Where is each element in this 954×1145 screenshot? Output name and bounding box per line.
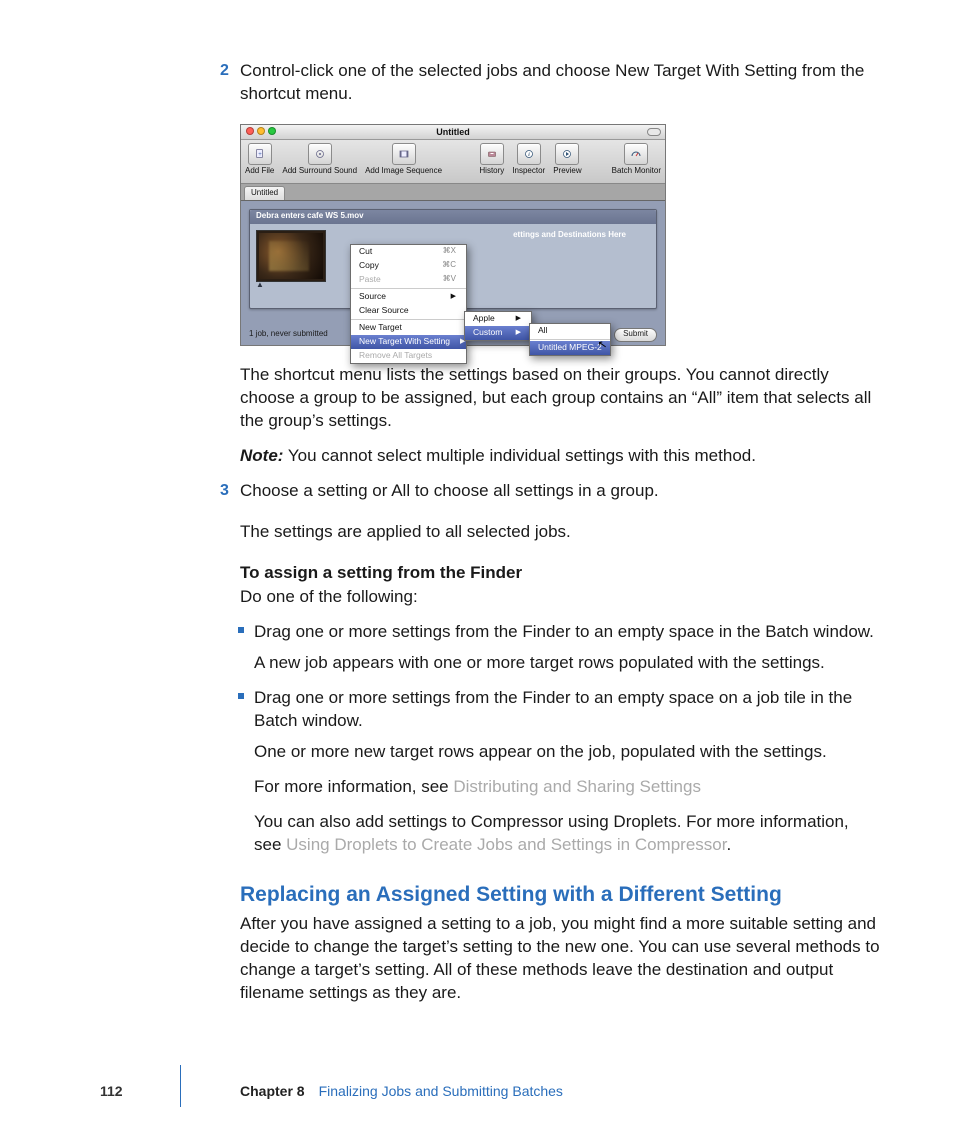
link-distributing-sharing[interactable]: Distributing and Sharing Settings: [453, 777, 701, 796]
inspector-button[interactable]: i Inspector: [512, 143, 545, 175]
note-text: You cannot select multiple individual se…: [283, 446, 756, 465]
surround-icon: [308, 143, 332, 165]
add-surround-sound-button[interactable]: Add Surround Sound: [282, 143, 357, 175]
step-3-text: Choose a setting or All to choose all se…: [240, 480, 880, 503]
bullet-1-follow: A new job appears with one or more targe…: [240, 652, 880, 675]
bullet-icon: [238, 627, 244, 633]
batch-tab[interactable]: Untitled: [244, 186, 285, 200]
menu-new-target[interactable]: New Target: [351, 321, 466, 335]
document-plus-icon: +: [248, 143, 272, 165]
menu-new-target-with-setting[interactable]: New Target With Setting▶: [351, 335, 466, 349]
menu-remove-all-targets: Remove All Targets: [351, 349, 466, 363]
submenu-apple[interactable]: Apple▶: [465, 312, 531, 326]
bullet-2-text: Drag one or more settings from the Finde…: [254, 687, 880, 733]
job-clip-name: Debra enters cafe WS 5.mov: [250, 210, 656, 224]
bullet-icon: [238, 693, 244, 699]
context-menu[interactable]: Cut⌘X Copy⌘C Paste⌘V Source▶: [350, 244, 467, 364]
app-window: Untitled + Add File: [240, 124, 666, 346]
step-2-text: Control-click one of the selected jobs a…: [240, 60, 880, 106]
shortcut-menu-explainer: The shortcut menu lists the settings bas…: [240, 364, 880, 433]
chevron-right-icon: ▶: [516, 328, 521, 337]
gauge-icon: [624, 143, 648, 165]
link-using-droplets[interactable]: Using Droplets to Create Jobs and Settin…: [286, 835, 726, 854]
chapter-label: Chapter 8: [240, 1082, 305, 1101]
finder-heading: To assign a setting from the Finder: [240, 563, 522, 582]
bullet-2: Drag one or more settings from the Finde…: [240, 687, 880, 733]
minimize-icon[interactable]: [257, 127, 265, 135]
drawer-icon: [480, 143, 504, 165]
for-more-2: You can also add settings to Compressor …: [240, 811, 880, 857]
submit-button[interactable]: Submit: [614, 328, 657, 342]
job-tile[interactable]: Debra enters cafe WS 5.mov ▲ ettings and…: [249, 209, 657, 309]
tab-strip: Untitled: [241, 184, 665, 201]
step-number: 2: [220, 60, 229, 82]
menu-separator: [351, 319, 466, 320]
close-icon[interactable]: [246, 127, 254, 135]
step-3: 3 Choose a setting or All to choose all …: [240, 480, 880, 503]
menu-paste: Paste⌘V: [351, 273, 466, 287]
svg-text:+: +: [258, 152, 262, 158]
menu-copy[interactable]: Copy⌘C: [351, 259, 466, 273]
filmstrip-icon: [392, 143, 416, 165]
section-heading-replacing: Replacing an Assigned Setting with a Dif…: [240, 881, 880, 909]
play-icon: [555, 143, 579, 165]
zoom-icon[interactable]: [268, 127, 276, 135]
for-more-1: For more information, see Distributing a…: [240, 776, 880, 799]
step-3-follow: The settings are applied to all selected…: [240, 521, 880, 544]
history-button[interactable]: History: [479, 143, 504, 175]
clip-thumbnail: [256, 230, 326, 282]
section-body: After you have assigned a setting to a j…: [240, 913, 880, 1005]
submenu-custom[interactable]: Custom▶: [465, 326, 531, 340]
play-triangle-icon: ▲: [256, 280, 264, 291]
preview-button[interactable]: Preview: [553, 143, 581, 175]
step-number: 3: [220, 480, 229, 502]
submenu-all[interactable]: All: [530, 324, 610, 338]
info-icon: i: [517, 143, 541, 165]
chevron-right-icon: ▶: [516, 314, 521, 323]
batch-status-text: 1 job, never submitted: [249, 329, 328, 340]
bullet-2-follow: One or more new target rows appear on th…: [240, 741, 880, 764]
batch-body: Debra enters cafe WS 5.mov ▲ ettings and…: [241, 201, 665, 345]
menu-cut[interactable]: Cut⌘X: [351, 245, 466, 259]
step-2: 2 Control-click one of the selected jobs…: [240, 60, 880, 106]
toolbar: + Add File Add Surround Sound: [241, 140, 665, 184]
window-title: Untitled: [436, 126, 470, 138]
add-image-sequence-button[interactable]: Add Image Sequence: [365, 143, 442, 175]
submenu-groups[interactable]: Apple▶ Custom▶: [464, 311, 532, 341]
menu-source[interactable]: Source▶: [351, 290, 466, 304]
menu-separator: [351, 288, 466, 289]
note-label: Note:: [240, 446, 283, 465]
window-titlebar: Untitled: [241, 125, 665, 140]
menu-clear-source[interactable]: Clear Source: [351, 304, 466, 318]
add-file-button[interactable]: + Add File: [245, 143, 274, 175]
bullet-1: Drag one or more settings from the Finde…: [240, 621, 880, 644]
bullet-1-text: Drag one or more settings from the Finde…: [254, 621, 880, 644]
chevron-right-icon: ▶: [451, 292, 456, 301]
toolbar-pill-icon[interactable]: [647, 128, 661, 136]
chapter-title: Finalizing Jobs and Submitting Batches: [319, 1082, 563, 1101]
batch-monitor-button[interactable]: Batch Monitor: [612, 143, 661, 175]
page-number: 112: [100, 1082, 140, 1101]
drop-hint-label: ettings and Destinations Here: [513, 230, 626, 241]
page-footer: 112 Chapter 8 Finalizing Jobs and Submit…: [100, 1082, 884, 1101]
finder-sub: Do one of the following:: [240, 586, 880, 609]
window-controls[interactable]: [246, 127, 276, 135]
note: Note: You cannot select multiple individ…: [240, 445, 880, 468]
